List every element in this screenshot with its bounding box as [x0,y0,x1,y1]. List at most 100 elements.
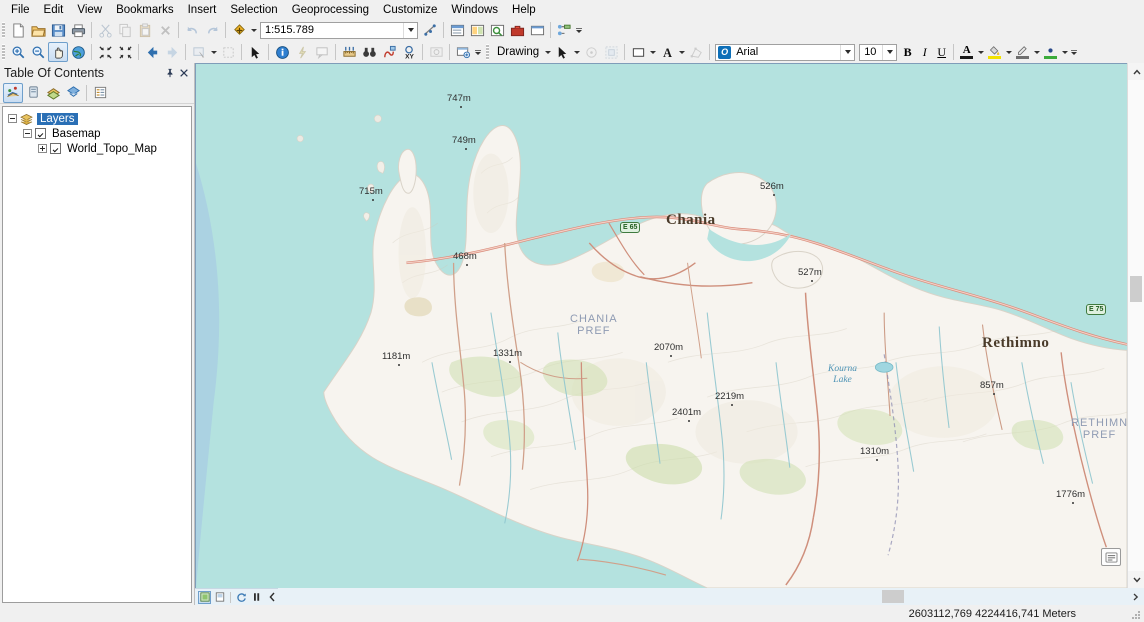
model-builder-button[interactable] [554,20,574,40]
go-forward-extent-button[interactable] [162,42,182,62]
select-features-dropdown[interactable] [209,42,218,62]
font-color-dropdown[interactable] [976,42,985,62]
list-by-source-button[interactable] [23,83,43,103]
marker-color-button[interactable] [1041,43,1060,61]
previous-extent-button[interactable] [265,591,278,604]
horizontal-scroll-thumb[interactable] [882,590,904,603]
font-size-combo[interactable]: 10 [859,43,898,61]
new-rectangle-button[interactable] [628,42,648,62]
chevron-down-icon[interactable] [840,44,854,60]
go-back-extent-button[interactable] [142,42,162,62]
create-viewer-window-button[interactable] [453,42,473,62]
pin-icon[interactable] [163,66,177,80]
scroll-right-arrow[interactable] [1127,588,1144,605]
find-tool-button[interactable] [359,42,379,62]
fixed-zoom-out-button[interactable] [115,42,135,62]
toolbar-grip[interactable] [2,44,5,60]
close-x-icon[interactable] [177,66,191,80]
pause-drawing-button[interactable] [250,591,263,604]
toc-tree-item-layers[interactable]: Layers [3,111,191,126]
menu-insert[interactable]: Insert [181,1,224,19]
html-popup-tool-button[interactable] [312,42,332,62]
expander-collapse-icon[interactable] [8,114,17,123]
add-data-button[interactable] [229,20,249,40]
python-window-button[interactable] [527,20,547,40]
marker-color-dropdown[interactable] [1060,42,1069,62]
vertical-scroll-thumb[interactable] [1130,276,1142,302]
full-extent-button[interactable] [68,42,88,62]
cut-button[interactable] [95,20,115,40]
refresh-view-button[interactable] [235,591,248,604]
list-by-visibility-button[interactable] [43,83,63,103]
go-to-xy-tool-button[interactable]: XY [399,42,419,62]
new-group-element-button[interactable] [601,42,621,62]
basemap-visibility-checkbox[interactable] [35,128,46,139]
map-legend-widget[interactable] [1101,548,1121,566]
map-vertical-scrollbar[interactable] [1127,63,1144,588]
expander-expand-icon[interactable] [38,144,47,153]
world-topo-map-visibility-checkbox[interactable] [50,143,61,154]
undo-button[interactable] [182,20,202,40]
redo-button[interactable] [202,20,222,40]
clear-selection-button[interactable] [218,42,238,62]
expander-collapse-icon[interactable] [23,129,32,138]
time-slider-button[interactable] [426,42,446,62]
layout-view-button[interactable] [213,591,226,604]
menu-bookmarks[interactable]: Bookmarks [109,1,181,19]
toolbar-grip[interactable] [2,22,5,38]
drawing-menu-label[interactable]: Drawing [492,46,543,58]
menu-customize[interactable]: Customize [376,1,444,19]
font-family-combo[interactable]: O Arial [715,43,856,61]
menu-windows[interactable]: Windows [444,1,505,19]
chevron-down-icon[interactable] [882,44,896,60]
select-elements-button[interactable] [245,42,265,62]
select-features-button[interactable] [189,42,209,62]
find-route-tool-button[interactable] [379,42,399,62]
toc-tree-item-world-topo-map[interactable]: World_Topo_Map [3,141,191,156]
fill-color-button[interactable] [985,43,1004,61]
map-scale-combo[interactable]: 1:515.789 [260,21,418,39]
draw-select-elements-button[interactable] [552,42,572,62]
menu-selection[interactable]: Selection [223,1,284,19]
menu-help[interactable]: Help [505,1,543,19]
menu-file[interactable]: File [4,1,37,19]
new-text-button[interactable]: A [657,42,677,62]
menu-edit[interactable]: Edit [37,1,71,19]
map-data-view[interactable]: Chania Rethimno CHANIA PREF RETHIMN PREF… [195,63,1127,588]
rotate-element-button[interactable] [581,42,601,62]
catalog-window-button[interactable] [467,20,487,40]
standard-toolbar-overflow[interactable] [574,20,583,40]
data-view-button[interactable] [198,590,211,604]
underline-button[interactable]: U [933,43,950,61]
line-color-button[interactable] [1013,43,1032,61]
save-map-button[interactable] [48,20,68,40]
horizontal-scroll-track[interactable] [278,588,1127,605]
line-color-dropdown[interactable] [1032,42,1041,62]
search-window-button[interactable] [487,20,507,40]
vertical-scroll-track[interactable] [1128,80,1144,571]
editor-toolbar-button[interactable] [420,20,440,40]
font-color-button[interactable]: A [957,43,976,61]
paste-button[interactable] [135,20,155,40]
draw-select-dropdown[interactable] [572,42,581,62]
resize-grip[interactable] [1130,609,1142,621]
tools-toolbar-overflow[interactable] [473,42,482,62]
draw-toolbar-grip[interactable] [486,44,489,60]
copy-button[interactable] [115,20,135,40]
identify-tool-button[interactable] [272,42,292,62]
new-shape-dropdown[interactable] [648,42,657,62]
toc-layer-tree[interactable]: Layers Basemap World_Topo_Map [2,106,192,603]
delete-button[interactable] [155,20,175,40]
toc-tree-item-basemap[interactable]: Basemap [3,126,191,141]
table-of-contents-window-button[interactable] [447,20,467,40]
open-map-button[interactable] [28,20,48,40]
chevron-down-icon[interactable] [403,22,417,38]
toc-options-button[interactable] [90,83,110,103]
list-by-selection-button[interactable] [63,83,83,103]
pan-tool-button[interactable] [48,42,68,62]
scroll-down-arrow[interactable] [1128,571,1144,588]
new-text-dropdown[interactable] [677,42,686,62]
zoom-out-tool-button[interactable] [28,42,48,62]
fill-color-dropdown[interactable] [1004,42,1013,62]
add-data-dropdown[interactable] [249,20,258,40]
